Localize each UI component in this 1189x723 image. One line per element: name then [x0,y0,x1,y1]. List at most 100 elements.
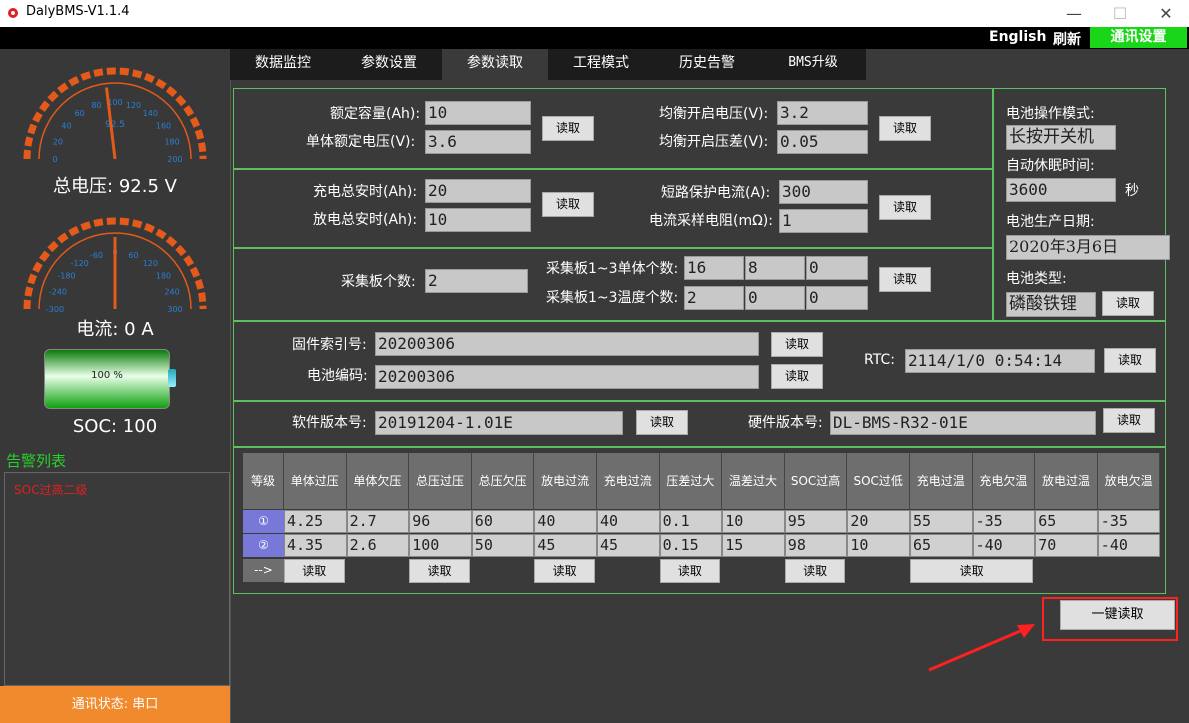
cell-count-field-1[interactable]: 16 [684,256,744,280]
table-cell[interactable]: 45 [597,534,660,557]
hardware-field[interactable]: DL-BMS-R32-01E [830,411,1096,435]
tab-bms-upgrade[interactable]: BMS升级 [760,49,866,80]
table-cell[interactable]: 0.1 [659,510,723,533]
tab-data-monitor[interactable]: 数据监控 [230,49,336,80]
table-cell[interactable]: 40 [534,510,597,533]
table-cell[interactable]: 95 [784,510,848,533]
tab-param-settings[interactable]: 参数设置 [336,49,442,80]
voltage-gauge-tick-label: 120 [126,101,141,110]
table-cell[interactable]: -35 [972,510,1036,533]
balance-on-voltage-field[interactable]: 3.2 [777,101,868,125]
charge-ah-field[interactable]: 20 [425,179,531,203]
sleep-field[interactable]: 3600 [1006,178,1116,202]
table-cell[interactable]: -35 [1097,510,1161,533]
table-cell[interactable]: 70 [1035,534,1098,557]
cell-count-label: 采集板1~3单体个数: [546,261,679,277]
balance-on-diff-field[interactable]: 0.05 [777,130,868,154]
rtc-field[interactable]: 2114/1/0 0:54:14 [905,349,1095,373]
read-button-rtc[interactable]: 读取 [1104,348,1156,373]
current-gauge-tick-label: -120 [71,259,89,268]
voltage-gauge-tick-label: 40 [61,122,71,131]
table-cell[interactable]: 45 [534,534,597,557]
current-gauge-tick-label: 120 [143,259,158,268]
rated-capacity-field[interactable]: 10 [425,101,531,125]
table-header: 充电过温 [910,453,973,509]
maximize-button[interactable]: ☐ [1097,0,1143,27]
table-cell[interactable]: -40 [972,534,1036,557]
table-read-button[interactable]: 读取 [910,559,1034,583]
software-field[interactable]: 20191204-1.01E [375,411,623,435]
sample-res-field[interactable]: 1 [779,209,868,233]
table-read-button[interactable]: 读取 [409,559,470,583]
read-button-p3[interactable]: 读取 [879,267,931,292]
table-cell[interactable]: -40 [1097,534,1161,557]
software-label: 软件版本号: [292,415,367,431]
temp-count-label: 采集板1~3温度个数: [546,290,679,306]
table-cell[interactable]: 60 [471,510,535,533]
table-cell[interactable]: 98 [784,534,848,557]
battery-type-field[interactable]: 磷酸铁锂 [1006,292,1096,317]
read-all-button[interactable]: 一键读取 [1060,600,1175,630]
table-cell[interactable]: 20 [847,510,910,533]
cell-count-field-2[interactable]: 8 [745,256,805,280]
discharge-ah-field[interactable]: 10 [425,208,531,232]
voltage-gauge-tick-label: 60 [75,109,85,118]
table-cell[interactable]: 50 [471,534,535,557]
read-button-right[interactable]: 读取 [1102,291,1154,316]
read-button-battery-code[interactable]: 读取 [771,364,823,389]
balance-on-diff-label: 均衡开启压差(V): [659,134,769,150]
temp-count-field-1[interactable]: 2 [684,286,744,310]
table-cell[interactable]: 65 [1035,510,1098,533]
minimize-button[interactable]: — [1051,0,1097,27]
table-cell[interactable]: 4.25 [284,510,347,533]
refresh-link[interactable]: 刷新 [1053,29,1081,49]
table-header: 总压过压 [409,453,472,509]
read-button-p2a[interactable]: 读取 [542,192,594,217]
board-count-field[interactable]: 2 [425,269,528,293]
table-read-button[interactable]: 读取 [659,559,721,583]
read-button-p2b[interactable]: 读取 [879,195,931,220]
table-cell[interactable]: 55 [910,510,973,533]
read-button-p1b[interactable]: 读取 [879,116,931,141]
tab-engineering[interactable]: 工程模式 [548,49,654,80]
table-cell[interactable]: 65 [910,534,973,557]
firmware-field[interactable]: 20200306 [375,332,759,356]
comm-settings-button[interactable]: 通讯设置 [1090,27,1187,48]
alarm-list[interactable]: SOC过高二级 [4,472,230,686]
read-button-p1a[interactable]: 读取 [542,116,594,141]
read-button-hardware[interactable]: 读取 [1103,408,1155,433]
read-button-software[interactable]: 读取 [636,410,688,435]
table-header: 充电过流 [597,453,660,509]
table-read-button[interactable]: 读取 [784,559,846,583]
english-link[interactable]: English [989,29,1046,45]
temp-count-field-3[interactable]: 0 [806,286,868,310]
table-cell[interactable]: 96 [409,510,472,533]
current-gauge-tick-label: -180 [57,272,75,281]
table-header: 放电欠温 [1097,453,1161,509]
alarm-item[interactable]: SOC过高二级 [14,481,87,498]
table-cell[interactable]: 4.35 [284,534,347,557]
prod-date-field[interactable]: 2020年3月6日 [1006,235,1170,260]
tab-param-read[interactable]: 参数读取 [442,49,548,80]
read-button-firmware[interactable]: 读取 [771,332,823,357]
table-cell[interactable]: 0.15 [659,534,723,557]
app-gear-icon [8,8,18,18]
tab-history-alarm[interactable]: 历史告警 [654,49,760,80]
table-read-button[interactable]: 读取 [284,559,345,583]
table-cell[interactable]: 10 [847,534,910,557]
close-button[interactable]: ✕ [1143,0,1189,27]
op-mode-field[interactable]: 长按开关机 [1006,125,1116,150]
table-cell[interactable]: 100 [409,534,472,557]
table-read-button[interactable]: 读取 [534,559,595,583]
comm-status: 通讯状态: 串口 [0,686,230,723]
battery-code-field[interactable]: 20200306 [375,365,759,389]
table-cell[interactable]: 15 [722,534,785,557]
short-circuit-field[interactable]: 300 [779,180,868,204]
table-cell[interactable]: 2.6 [346,534,410,557]
cell-count-field-3[interactable]: 0 [806,256,868,280]
cell-rated-voltage-field[interactable]: 3.6 [425,130,531,154]
table-cell[interactable]: 2.7 [346,510,410,533]
table-cell[interactable]: 40 [597,510,660,533]
table-cell[interactable]: 10 [722,510,785,533]
temp-count-field-2[interactable]: 0 [745,286,805,310]
